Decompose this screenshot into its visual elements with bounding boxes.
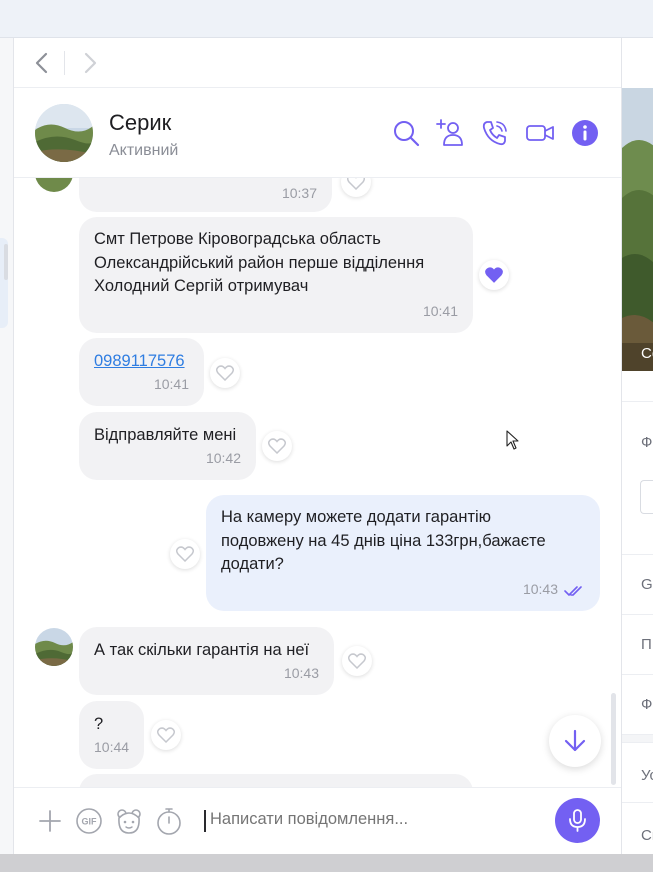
window-title-bar [0, 0, 653, 38]
record-voice-button[interactable] [555, 798, 600, 843]
video-camera-icon[interactable] [525, 118, 555, 148]
message-bubble[interactable]: ? 10:44 [79, 701, 144, 769]
heart-icon[interactable] [170, 539, 200, 569]
plus-icon[interactable] [36, 807, 64, 835]
info-row-label: Сп [641, 827, 653, 844]
chat-list-edge [0, 38, 14, 854]
message-time: 10:37 [281, 184, 317, 201]
info-row[interactable]: Ф [622, 674, 653, 734]
message-text-line: додати? [221, 555, 284, 573]
microphone-icon [569, 809, 586, 832]
message-composer: GIF [14, 787, 621, 854]
heart-icon[interactable] [151, 720, 181, 750]
navigation-bar [14, 38, 621, 88]
message-list-scrollbar[interactable] [611, 693, 616, 785]
info-row[interactable]: П [622, 614, 653, 674]
add-user-icon[interactable] [435, 118, 465, 148]
contact-name[interactable]: Серик [109, 110, 171, 136]
message-bubble-outgoing[interactable]: На камеру можете додати гарантію подовже… [206, 495, 600, 611]
phone-icon[interactable] [480, 118, 510, 148]
heart-icon[interactable] [210, 358, 240, 388]
message-bubble[interactable]: А так скільки гарантія на неї 10:43 [79, 627, 334, 695]
arrow-down-icon [564, 729, 586, 752]
avatar[interactable] [35, 628, 73, 666]
info-row[interactable]: G [622, 554, 653, 614]
message-time: 10:43 [283, 664, 319, 681]
photo-caption: Ce [641, 345, 653, 362]
message-bubble[interactable] [79, 774, 473, 787]
info-row[interactable]: Ус [622, 742, 653, 802]
message-list[interactable]: 10:37 Смт Петрове Кіровоградська область… [14, 178, 621, 787]
double-check-icon [564, 586, 582, 596]
divider [64, 51, 65, 75]
message-bubble[interactable]: 10:37 [79, 178, 332, 212]
chat-panel: Серик Активний 10:37 Смт Петрове Кіровог… [14, 38, 621, 854]
message-text: Відправляйте мені [94, 426, 237, 444]
heart-icon[interactable] [341, 178, 371, 197]
scroll-to-bottom-button[interactable] [549, 715, 601, 767]
message-input[interactable] [210, 810, 540, 829]
heart-icon[interactable] [479, 260, 509, 290]
contact-status: Активний [109, 142, 179, 159]
window-bottom-edge [0, 854, 653, 872]
message-text-line: На камеру можете додати гарантію [221, 508, 492, 526]
info-panel: Ce Ф G П Ф Ус Сп [621, 38, 653, 854]
message-time: 10:41 [422, 302, 458, 319]
info-row[interactable]: Ф [622, 401, 653, 554]
message-time: 10:43 [522, 580, 558, 597]
mouse-cursor-icon [506, 430, 519, 450]
info-row-label: Ус [641, 767, 653, 784]
avatar [35, 178, 73, 192]
info-row-label: П [641, 636, 652, 653]
timer-icon[interactable] [155, 807, 183, 835]
message-text-line: Холодний Сергій отримувач [94, 277, 309, 295]
sticker-icon[interactable] [115, 807, 143, 835]
message-time: 10:42 [205, 449, 241, 466]
message-text: А так скільки гарантія на неї [94, 641, 310, 659]
message-time: 10:41 [153, 375, 189, 392]
svg-text:GIF: GIF [82, 817, 98, 827]
info-row-label: G [641, 576, 653, 593]
chat-header: Серик Активний [14, 88, 621, 178]
avatar[interactable] [35, 104, 93, 162]
phone-number-link[interactable]: 0989117576 [94, 350, 185, 374]
chevron-left-icon[interactable] [32, 52, 52, 74]
contact-photo[interactable]: Ce [622, 88, 653, 371]
info-icon[interactable] [570, 118, 600, 148]
message-time: 10:44 [94, 738, 130, 755]
gif-icon[interactable]: GIF [75, 807, 103, 835]
message-text: Смт Петрове Кіровоградська область Олекс… [94, 228, 424, 299]
message-text-line: Олександрійський район перше відділення [94, 253, 425, 272]
divider [622, 734, 653, 742]
info-row[interactable]: Сп [622, 802, 653, 854]
heart-icon[interactable] [262, 431, 292, 461]
heart-icon[interactable] [342, 646, 372, 676]
message-text: На камеру можете додати гарантію подовже… [221, 506, 546, 577]
chevron-right-icon[interactable] [80, 52, 100, 74]
message-text-line: Смт Петрове Кіровоградська область [94, 230, 381, 248]
message-bubble[interactable]: 0989117576 10:41 [79, 338, 204, 406]
message-bubble[interactable]: Відправляйте мені 10:42 [79, 412, 256, 480]
media-thumbnail[interactable] [640, 480, 653, 514]
message-text-line: подовжену на 45 днів ціна 133грн,бажаєте [221, 531, 546, 550]
info-row-label: Ф [641, 696, 653, 713]
search-icon[interactable] [391, 118, 421, 148]
info-row-label: Ф [641, 434, 653, 451]
message-bubble[interactable]: Смт Петрове Кіровоградська область Олекс… [79, 217, 473, 333]
message-text: ? [94, 715, 104, 733]
chat-list-scrollbar[interactable] [4, 244, 8, 280]
text-caret [204, 810, 206, 832]
